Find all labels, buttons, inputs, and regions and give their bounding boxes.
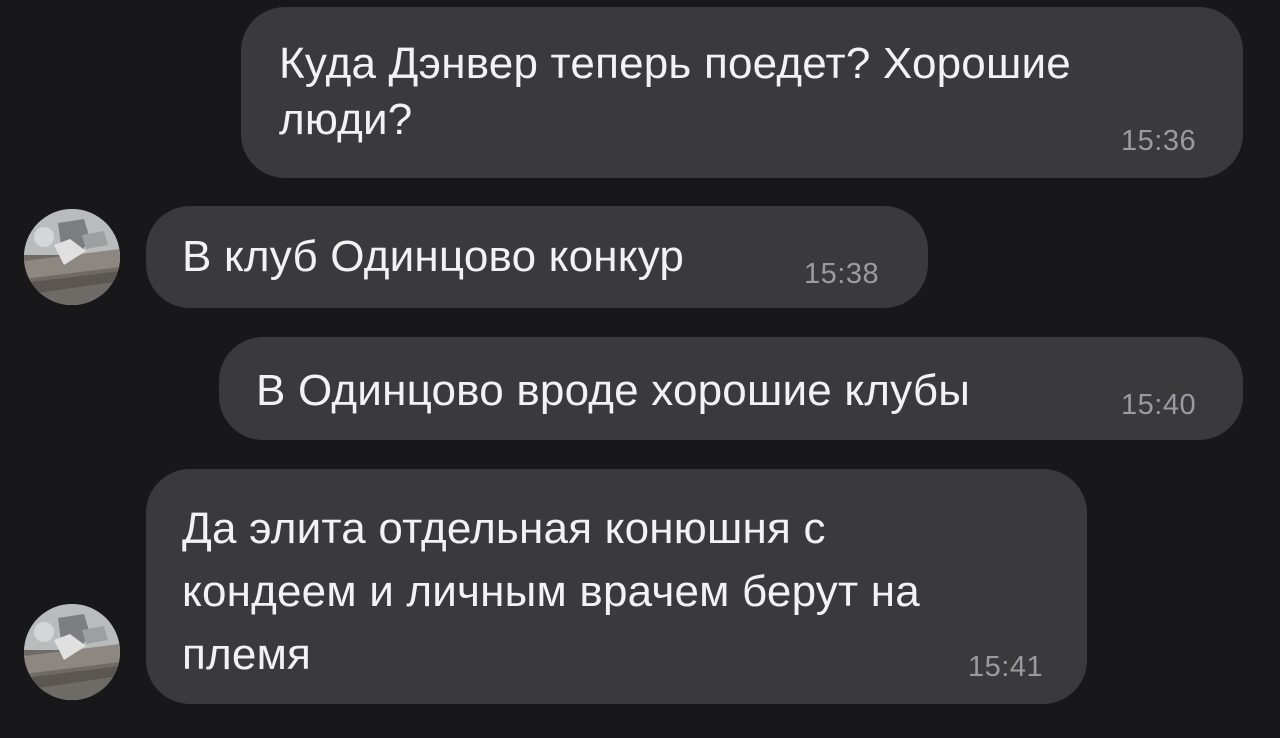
contact-avatar[interactable]	[24, 209, 120, 305]
message-text: Куда Дэнвер теперь поедет? Хорошие люди?	[279, 39, 1071, 144]
contact-photo-avatar	[24, 209, 120, 305]
message-time: 15:38	[804, 258, 880, 290]
contact-avatar[interactable]	[24, 604, 120, 700]
message-text: В клуб Одинцово конкур	[182, 232, 685, 281]
message-time: 15:41	[968, 651, 1044, 683]
message-bubble-incoming[interactable]: Да элита отдельная конюшня с кондеем и л…	[146, 469, 1087, 704]
message-time: 15:40	[1121, 389, 1197, 421]
message-text: Да элита отдельная конюшня с кондеем и л…	[182, 504, 920, 679]
message-bubble-outgoing[interactable]: Куда Дэнвер теперь поедет? Хорошие люди?…	[241, 7, 1243, 178]
message-text: В Одинцово вроде хорошие клубы	[256, 366, 971, 415]
message-time: 15:36	[1121, 125, 1197, 157]
message-bubble-outgoing[interactable]: В Одинцово вроде хорошие клубы 15:40	[219, 337, 1243, 440]
contact-photo-avatar	[24, 604, 120, 700]
message-bubble-incoming[interactable]: В клуб Одинцово конкур 15:38	[146, 206, 928, 308]
